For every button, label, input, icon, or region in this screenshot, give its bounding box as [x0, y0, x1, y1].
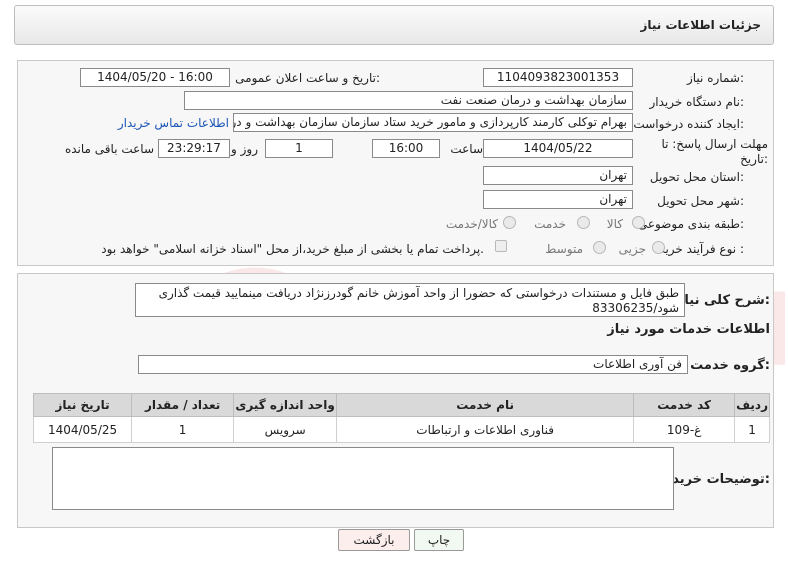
table-header-row: ردیف کد خدمت نام خدمت واحد اندازه گیری ت…	[32, 393, 770, 417]
category-label: طبقه بندی موضوعی:	[637, 217, 744, 231]
col-qty-header: تعداد / مقدار	[131, 393, 235, 417]
category-goods-service-label: کالا/خدمت	[445, 217, 498, 231]
province-label: استان محل تحویل:	[649, 170, 744, 184]
cell-qty: 1	[131, 416, 235, 443]
days-remaining-field: 1	[265, 139, 333, 158]
category-goods-label: کالا	[606, 217, 623, 231]
process-minor-label: جزیی	[618, 242, 646, 256]
buyer-org-field: سازمان بهداشت و درمان صنعت نفت	[184, 91, 633, 110]
description-textarea[interactable]: طبق فایل و مستندات درخواستی که حضورا از …	[135, 283, 685, 317]
process-medium-radio[interactable]	[593, 241, 606, 254]
announce-datetime-label: تاریخ و ساعت اعلان عمومی:	[235, 71, 380, 85]
remaining-time-label: ساعت باقی مانده	[64, 142, 154, 156]
col-unit-header: واحد اندازه گیری	[233, 393, 338, 417]
page-title: جزئیات اطلاعات نیاز	[640, 18, 761, 32]
deadline-date-field: 1404/05/22	[483, 139, 633, 158]
category-goods-radio[interactable]	[632, 216, 645, 229]
process-minor-radio[interactable]	[652, 241, 665, 254]
col-row-header: ردیف	[734, 393, 770, 417]
remaining-time-field: 23:29:17	[158, 139, 230, 158]
cell-row: 1	[734, 416, 770, 443]
treasury-payment-checkbox[interactable]	[495, 240, 507, 252]
cell-name: فناوری اطلاعات و ارتباطات	[336, 416, 635, 443]
days-label: روز و	[231, 142, 258, 156]
table-row: 1 غ-109 فناوری اطلاعات و ارتباطات سرویس …	[32, 416, 770, 443]
buyer-notes-textarea[interactable]	[52, 447, 674, 510]
need-number-label: شماره نیاز:	[686, 71, 744, 85]
city-label: شهر محل تحویل:	[657, 194, 744, 208]
category-service-radio[interactable]	[577, 216, 590, 229]
services-table: ردیف کد خدمت نام خدمت واحد اندازه گیری ت…	[32, 393, 770, 443]
province-field: تهران	[483, 166, 633, 185]
cell-code: غ-109	[633, 416, 736, 443]
deadline-label: مهلت ارسال پاسخ: تا تاریخ:	[661, 137, 768, 166]
service-group-label: گروه خدمت:	[690, 358, 770, 373]
services-section-title: اطلاعات خدمات مورد نیاز	[607, 322, 770, 337]
cell-date: 1404/05/25	[32, 416, 133, 443]
buyer-notes-label: توضیحات خریدار:	[660, 472, 770, 487]
process-medium-label: متوسط	[545, 242, 583, 256]
city-field: تهران	[483, 190, 633, 209]
col-name-header: نام خدمت	[336, 393, 635, 417]
category-service-label: خدمت	[534, 217, 566, 231]
deadline-time-field: 16:00	[372, 139, 440, 158]
creator-field: بهرام توکلی کارمند کارپردازی و مامور خری…	[233, 113, 633, 132]
col-date-header: تاریخ نیاز	[32, 393, 133, 417]
process-type-label: نوع فرآیند خرید :	[659, 242, 744, 256]
back-button[interactable]: بازگشت	[338, 529, 410, 551]
description-label: شرح کلی نیاز:	[676, 293, 770, 308]
col-code-header: کد خدمت	[633, 393, 736, 417]
creator-label: ایجاد کننده درخواست:	[633, 117, 744, 131]
service-group-field: فن آوری اطلاعات	[138, 355, 688, 374]
buyer-contact-link[interactable]: اطلاعات تماس خریدار	[118, 116, 229, 130]
announce-datetime-field: 1404/05/20 - 16:00	[80, 68, 230, 87]
page-header: جزئیات اطلاعات نیاز	[14, 5, 774, 45]
print-button[interactable]: چاپ	[414, 529, 464, 551]
description-text: طبق فایل و مستندات درخواستی که حضورا از …	[158, 286, 679, 315]
cell-unit: سرویس	[233, 416, 338, 443]
need-number-field: 1104093823001353	[483, 68, 633, 87]
deadline-time-label: ساعت	[450, 142, 483, 156]
buyer-org-label: نام دستگاه خریدار:	[649, 95, 745, 109]
category-goods-service-radio[interactable]	[503, 216, 516, 229]
treasury-payment-note: پرداخت تمام یا بخشی از مبلغ خرید،از محل …	[101, 242, 484, 256]
